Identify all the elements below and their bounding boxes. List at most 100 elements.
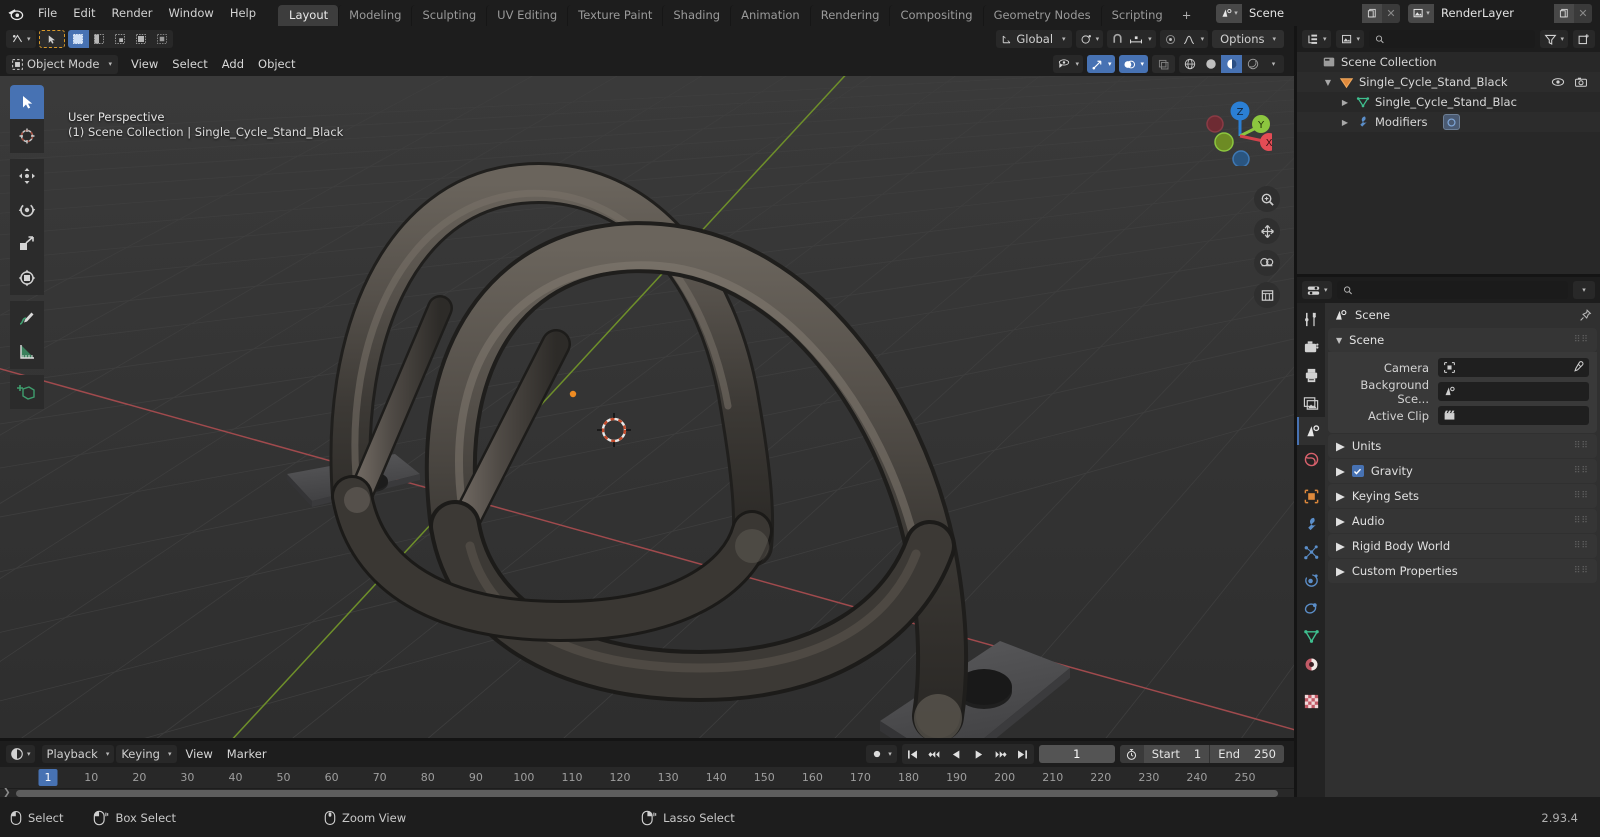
menu-render[interactable]: Render: [104, 3, 161, 23]
rotate-tool[interactable]: [10, 193, 44, 227]
timeline-ruler[interactable]: 10 20 30 40 50 60 70 80 90 100 110 120 130 140 150 160 1…: [0, 767, 1294, 789]
menu-help[interactable]: Help: [222, 3, 264, 23]
properties-editor-type-selector[interactable]: ▾: [1302, 281, 1332, 299]
measure-tool[interactable]: [10, 335, 44, 369]
cycle-stand-model[interactable]: [0, 76, 1294, 741]
jump-to-end-button[interactable]: [1012, 744, 1034, 764]
jump-next-keyframe-button[interactable]: [990, 744, 1012, 764]
chevron-down-icon[interactable]: ▼: [1322, 78, 1334, 87]
viewport-menu-add[interactable]: Add: [215, 55, 251, 73]
outliner-search-input[interactable]: [1389, 32, 1530, 46]
properties-panel-units[interactable]: ▶ Units ⠿⠿: [1328, 434, 1597, 458]
stopwatch-icon[interactable]: [1119, 745, 1144, 763]
add-cube-tool[interactable]: [10, 375, 44, 409]
blender-logo-icon[interactable]: [0, 0, 30, 26]
annotate-tool[interactable]: [10, 301, 44, 335]
timeline-scrollbar[interactable]: ❯: [0, 788, 1294, 798]
transform-orientation-selector[interactable]: Global ▾: [996, 30, 1072, 48]
background-scene-field[interactable]: [1438, 382, 1589, 401]
properties-tab-tool[interactable]: [1297, 305, 1325, 333]
select-invert-icon[interactable]: [131, 30, 152, 48]
select-subtract-icon[interactable]: [110, 30, 131, 48]
shading-material-preview-icon[interactable]: [1221, 55, 1242, 73]
camera-eyedropper-icon[interactable]: [1571, 361, 1584, 374]
eye-icon[interactable]: [1551, 76, 1565, 88]
camera-render-icon[interactable]: [1574, 76, 1588, 88]
outliner-row[interactable]: Scene Collection: [1297, 52, 1600, 72]
outliner-search-box[interactable]: [1369, 30, 1536, 48]
play-button[interactable]: [968, 744, 990, 764]
remove-viewlayer-button[interactable]: ✕: [1574, 3, 1592, 23]
pan-icon[interactable]: [1254, 218, 1280, 244]
playback-transport-group[interactable]: [901, 744, 1034, 764]
menu-window[interactable]: Window: [160, 3, 221, 23]
cursor-tool[interactable]: [10, 119, 44, 153]
timeline-menu-view[interactable]: View: [179, 745, 220, 763]
outliner-display-mode-selector[interactable]: ▾: [1335, 30, 1365, 48]
new-scene-icon[interactable]: [1362, 3, 1382, 23]
select-extend-icon[interactable]: [89, 30, 110, 48]
checkbox-checked-icon[interactable]: [1351, 465, 1364, 477]
properties-tab-render[interactable]: [1297, 333, 1325, 361]
jump-to-start-button[interactable]: [902, 744, 924, 764]
shading-wireframe-icon[interactable]: [1179, 55, 1200, 73]
select-set-icon[interactable]: [67, 30, 89, 48]
properties-tab-object[interactable]: [1297, 482, 1325, 510]
object-mode-selector[interactable]: Object Mode ▾: [6, 54, 118, 74]
workspace-tab-shading[interactable]: Shading: [662, 5, 730, 26]
properties-tab-view-layer[interactable]: [1297, 389, 1325, 417]
workspace-tab-compositing[interactable]: Compositing: [889, 5, 982, 26]
viewport-menu-select[interactable]: Select: [165, 55, 214, 73]
chevron-right-icon[interactable]: ▶: [1339, 118, 1351, 127]
toggle-ortho-icon[interactable]: [1254, 282, 1280, 308]
frame-range-group[interactable]: Start 1 End 250: [1119, 745, 1284, 763]
zoom-icon[interactable]: [1254, 186, 1280, 212]
properties-tab-material[interactable]: [1297, 650, 1325, 678]
editor-divider-horizontal[interactable]: [1297, 274, 1600, 277]
viewport-canvas[interactable]: User Perspective (1) Scene Collection | …: [0, 76, 1294, 741]
viewport-menu-object[interactable]: Object: [251, 55, 302, 73]
properties-tab-data[interactable]: [1297, 622, 1325, 650]
snapping-group[interactable]: ▾: [1107, 30, 1156, 48]
move-tool[interactable]: [10, 159, 44, 193]
properties-tab-scene[interactable]: [1297, 417, 1325, 445]
play-reverse-button[interactable]: [946, 744, 968, 764]
properties-search-box[interactable]: [1336, 281, 1568, 299]
menu-file[interactable]: File: [30, 3, 65, 23]
object-type-visibility-button[interactable]: ▾: [1053, 55, 1083, 73]
jump-prev-keyframe-button[interactable]: [924, 744, 946, 764]
chevron-right-icon[interactable]: ▶: [1339, 98, 1351, 107]
scale-tool[interactable]: [10, 227, 44, 261]
current-frame-field[interactable]: 1: [1038, 745, 1115, 763]
viewport-menu-view[interactable]: View: [124, 55, 165, 73]
timeline-menu-marker[interactable]: Marker: [220, 745, 274, 763]
timeline-menu-keying[interactable]: Keying ▾: [116, 745, 177, 763]
outliner-row[interactable]: ▼ Single_Cycle_Stand_Black: [1297, 72, 1600, 92]
outliner-filter-button[interactable]: ▾: [1540, 30, 1568, 48]
pin-icon[interactable]: [1579, 308, 1592, 322]
menu-edit[interactable]: Edit: [65, 3, 103, 23]
navigation-gizmo[interactable]: Z Y X: [1192, 86, 1272, 166]
shading-rendered-icon[interactable]: [1242, 55, 1263, 73]
proportional-edit-group[interactable]: ▾: [1159, 30, 1209, 48]
timeline-scrollbar-thumb[interactable]: [16, 790, 1278, 797]
properties-tab-physics[interactable]: [1297, 566, 1325, 594]
editor-divider-vertical[interactable]: [1294, 26, 1297, 797]
modifier-subsurf-icon[interactable]: [1442, 114, 1460, 130]
end-frame-field[interactable]: End 250: [1209, 745, 1284, 763]
workspace-tab-scripting[interactable]: Scripting: [1100, 5, 1173, 26]
tweak-tool[interactable]: [10, 85, 44, 119]
workspace-tab-sculpting[interactable]: Sculpting: [411, 5, 486, 26]
scene-selector[interactable]: ▾ Scene ✕: [1216, 3, 1400, 23]
workspace-tab-geometry-nodes[interactable]: Geometry Nodes: [982, 5, 1101, 26]
viewlayer-name-field[interactable]: RenderLayer: [1434, 3, 1554, 23]
properties-tab-constraints[interactable]: [1297, 594, 1325, 622]
outliner-row[interactable]: ▶ Single_Cycle_Stand_Blac: [1297, 92, 1600, 112]
start-frame-field[interactable]: Start 1: [1143, 745, 1210, 763]
shading-dropdown-icon[interactable]: ▾: [1263, 55, 1284, 73]
shading-mode-group[interactable]: ▾: [1179, 55, 1284, 73]
new-viewlayer-icon[interactable]: [1554, 3, 1574, 23]
properties-panel-audio[interactable]: ▶ Audio ⠿⠿: [1328, 509, 1597, 533]
scene-name-field[interactable]: Scene: [1242, 3, 1362, 23]
view-layer-images-icon[interactable]: ▾: [1408, 3, 1434, 23]
